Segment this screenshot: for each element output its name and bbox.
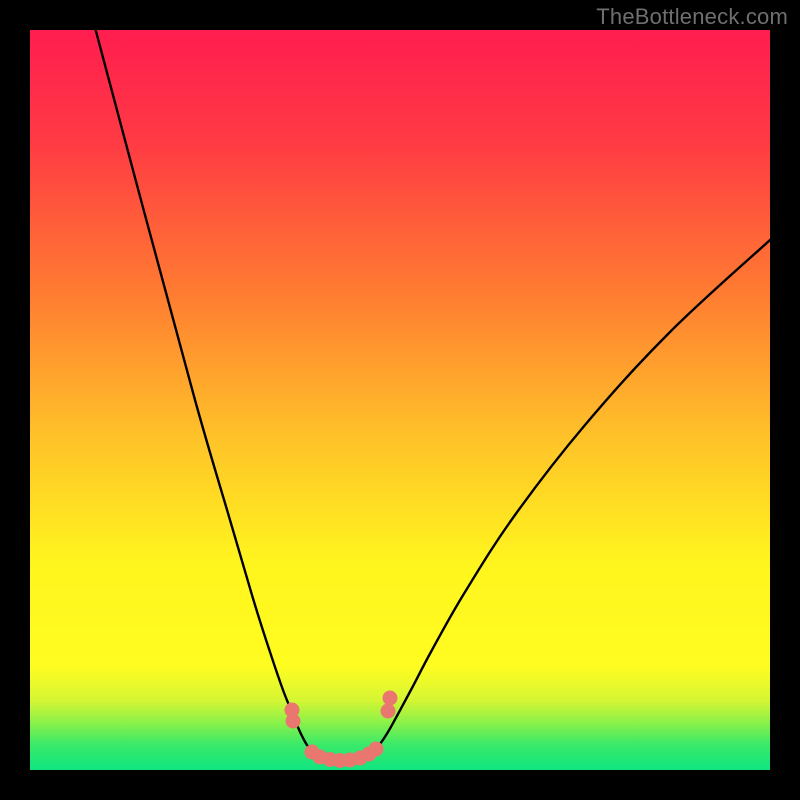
trough-marker xyxy=(369,742,384,757)
trough-markers xyxy=(285,691,398,769)
trough-marker xyxy=(381,704,396,719)
left-curve xyxy=(93,30,343,763)
trough-marker xyxy=(286,714,301,729)
outer-frame: TheBottleneck.com xyxy=(0,0,800,800)
curves-layer xyxy=(30,30,770,770)
watermark-text: TheBottleneck.com xyxy=(596,4,788,30)
right-curve xyxy=(343,240,770,763)
trough-marker xyxy=(383,691,398,706)
plot-area xyxy=(30,30,770,770)
